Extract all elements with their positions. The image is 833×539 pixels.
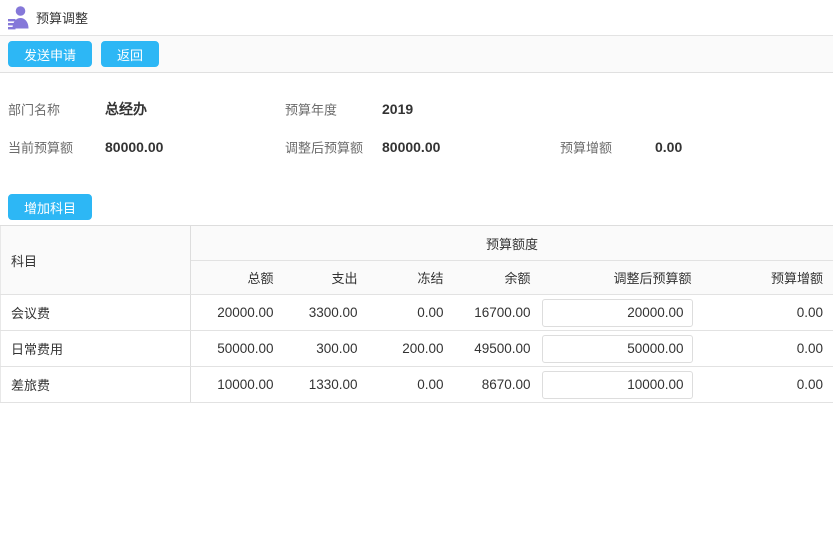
total-cell: 50000.00 xyxy=(190,330,284,367)
action-toolbar: 发送申请 返回 xyxy=(0,36,833,73)
budget-table: 科目 预算额度 总额 支出 冻结 余额 调整后预算额 预算增额 会议费 2000… xyxy=(0,225,833,403)
current-budget-value: 80000.00 xyxy=(105,139,164,155)
subject-cell: 会议费 xyxy=(0,294,191,331)
column-header-spent: 支出 xyxy=(283,260,368,295)
frozen-cell: 0.00 xyxy=(367,366,454,403)
page-header: 预算调整 xyxy=(0,0,833,36)
column-header-total: 总额 xyxy=(190,260,284,295)
increase-cell: 0.00 xyxy=(701,294,833,331)
budget-year-label: 预算年度 xyxy=(285,102,338,118)
user-report-icon xyxy=(8,5,29,30)
add-subject-button[interactable]: 增加科目 xyxy=(8,194,93,220)
subject-cell: 差旅费 xyxy=(0,366,191,403)
adjusted-cell xyxy=(540,294,702,331)
column-header-balance: 余额 xyxy=(453,260,541,295)
balance-cell: 16700.00 xyxy=(453,294,541,331)
budget-increase-label: 预算增额 xyxy=(560,140,613,156)
spent-cell: 1330.00 xyxy=(283,366,368,403)
page-title: 预算调整 xyxy=(36,11,89,26)
balance-cell: 8670.00 xyxy=(453,366,541,403)
adjusted-budget-value: 80000.00 xyxy=(382,139,441,155)
department-label: 部门名称 xyxy=(8,102,61,118)
table-row: 会议费 20000.00 3300.00 0.00 16700.00 0.00 xyxy=(0,294,833,331)
column-header-frozen: 冻结 xyxy=(367,260,454,295)
send-request-button[interactable]: 发送申请 xyxy=(8,41,93,67)
summary-row-2: 当前预算额 80000.00 调整后预算额 80000.00 预算增额 0.00 xyxy=(0,128,833,166)
increase-cell: 0.00 xyxy=(701,330,833,367)
total-cell: 10000.00 xyxy=(190,366,284,403)
adjusted-budget-input[interactable] xyxy=(541,334,693,363)
adjusted-budget-label: 调整后预算额 xyxy=(285,140,364,156)
adjusted-budget-input[interactable] xyxy=(541,298,693,327)
adjusted-cell xyxy=(540,366,702,403)
column-header-increase: 预算增额 xyxy=(701,260,833,295)
adjusted-cell xyxy=(540,330,702,367)
total-cell: 20000.00 xyxy=(190,294,284,331)
spent-cell: 300.00 xyxy=(283,330,368,367)
column-header-adjusted: 调整后预算额 xyxy=(540,260,702,295)
adjusted-budget-input[interactable] xyxy=(541,370,693,399)
frozen-cell: 200.00 xyxy=(367,330,454,367)
increase-cell: 0.00 xyxy=(701,366,833,403)
department-value: 总经办 xyxy=(105,101,147,117)
column-group-header-quota: 预算额度 xyxy=(190,225,833,261)
budget-year-value: 2019 xyxy=(382,101,414,117)
balance-cell: 49500.00 xyxy=(453,330,541,367)
current-budget-label: 当前预算额 xyxy=(8,140,74,156)
column-header-subject: 科目 xyxy=(0,225,191,295)
add-subject-row: 增加科目 xyxy=(8,194,833,220)
budget-summary-form: 部门名称 总经办 预算年度 2019 当前预算额 80000.00 调整后预算额… xyxy=(0,90,833,183)
subject-cell: 日常费用 xyxy=(0,330,191,367)
back-button[interactable]: 返回 xyxy=(101,41,160,67)
table-row: 日常费用 50000.00 300.00 200.00 49500.00 0.0… xyxy=(0,330,833,367)
budget-increase-value: 0.00 xyxy=(655,139,683,155)
frozen-cell: 0.00 xyxy=(367,294,454,331)
summary-row-1: 部门名称 总经办 预算年度 2019 xyxy=(0,90,833,128)
table-row: 差旅费 10000.00 1330.00 0.00 8670.00 0.00 xyxy=(0,366,833,403)
spent-cell: 3300.00 xyxy=(283,294,368,331)
